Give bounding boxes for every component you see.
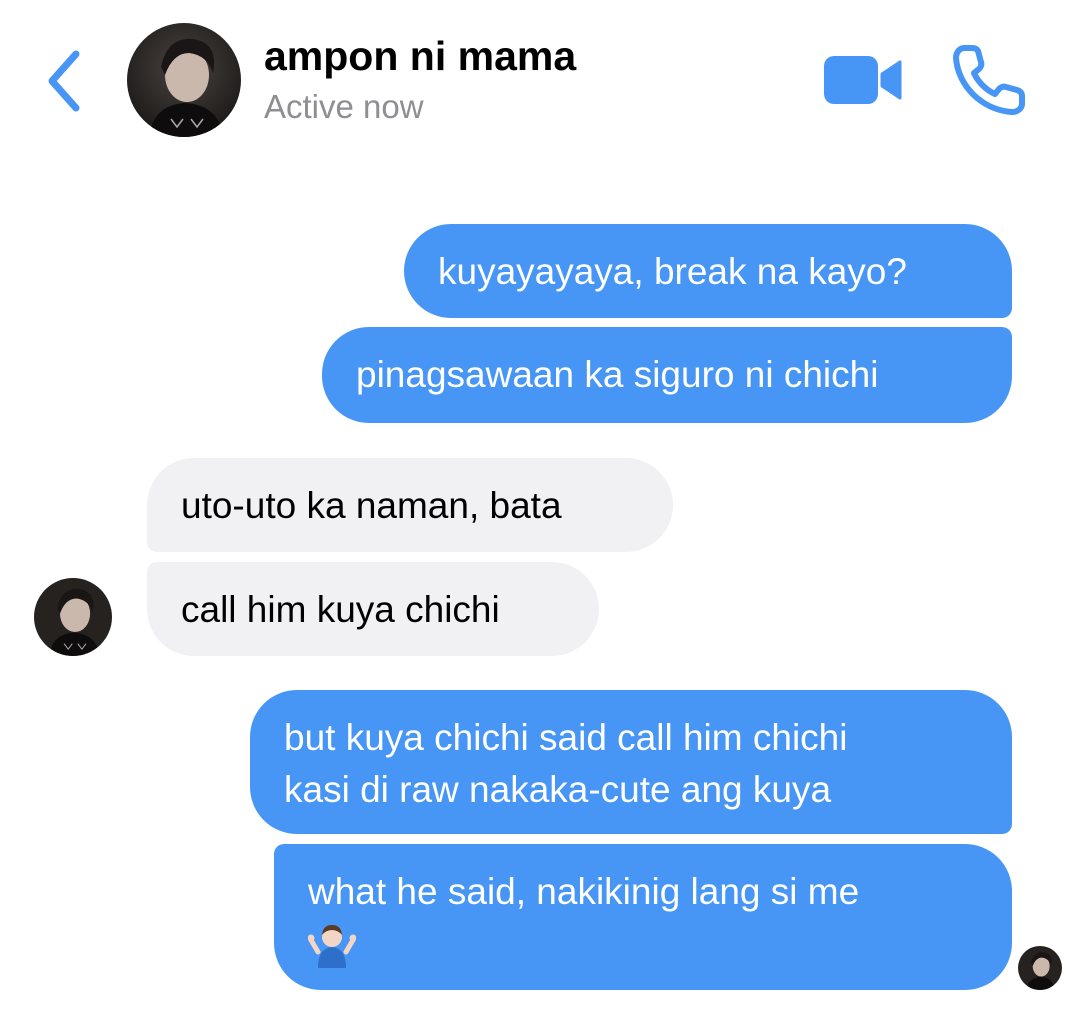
message-bubble-incoming[interactable]: uto-uto ka naman, bata — [147, 458, 673, 552]
message-text: kuyayayaya, break na kayo? — [438, 251, 907, 292]
chevron-left-icon — [48, 50, 80, 112]
message-bubble-outgoing[interactable]: kuyayayaya, break na kayo? — [404, 224, 1012, 318]
back-button[interactable] — [36, 46, 92, 116]
message-text: uto-uto ka naman, bata — [181, 485, 562, 526]
video-call-button[interactable] — [820, 50, 904, 110]
message-text-line: kasi di raw nakaka-cute ang kuya — [284, 769, 832, 810]
chat-screen: ampon ni mama Active now kuyayayaya, bre… — [0, 0, 1080, 1033]
message-bubble-outgoing[interactable]: but kuya chichi said call him chichi kas… — [250, 690, 1012, 834]
message-bubble-outgoing[interactable]: what he said, nakikinig lang si me — [274, 844, 1012, 990]
read-receipt-avatar — [1018, 946, 1062, 990]
sender-avatar[interactable] — [34, 578, 112, 656]
message-text: pinagsawaan ka siguro ni chichi — [356, 354, 879, 395]
phone-icon — [953, 45, 1025, 115]
active-status: Active now — [264, 88, 424, 125]
message-text-line: what he said, nakikinig lang si me — [308, 871, 860, 912]
voice-call-button[interactable] — [950, 42, 1028, 118]
conversation-title[interactable]: ampon ni mama Active now — [264, 30, 576, 132]
message-bubble-outgoing[interactable]: pinagsawaan ka siguro ni chichi — [322, 327, 1012, 423]
contact-name: ampon ni mama — [264, 33, 577, 79]
contact-avatar[interactable] — [127, 23, 241, 137]
video-camera-icon — [824, 56, 902, 104]
message-bubble-incoming[interactable]: call him kuya chichi — [147, 562, 599, 656]
message-text-line: but kuya chichi said call him chichi — [284, 717, 848, 758]
message-text: call him kuya chichi — [181, 589, 500, 630]
person-shrugging-emoji — [307, 918, 978, 974]
chat-header: ampon ni mama Active now — [0, 0, 1080, 170]
